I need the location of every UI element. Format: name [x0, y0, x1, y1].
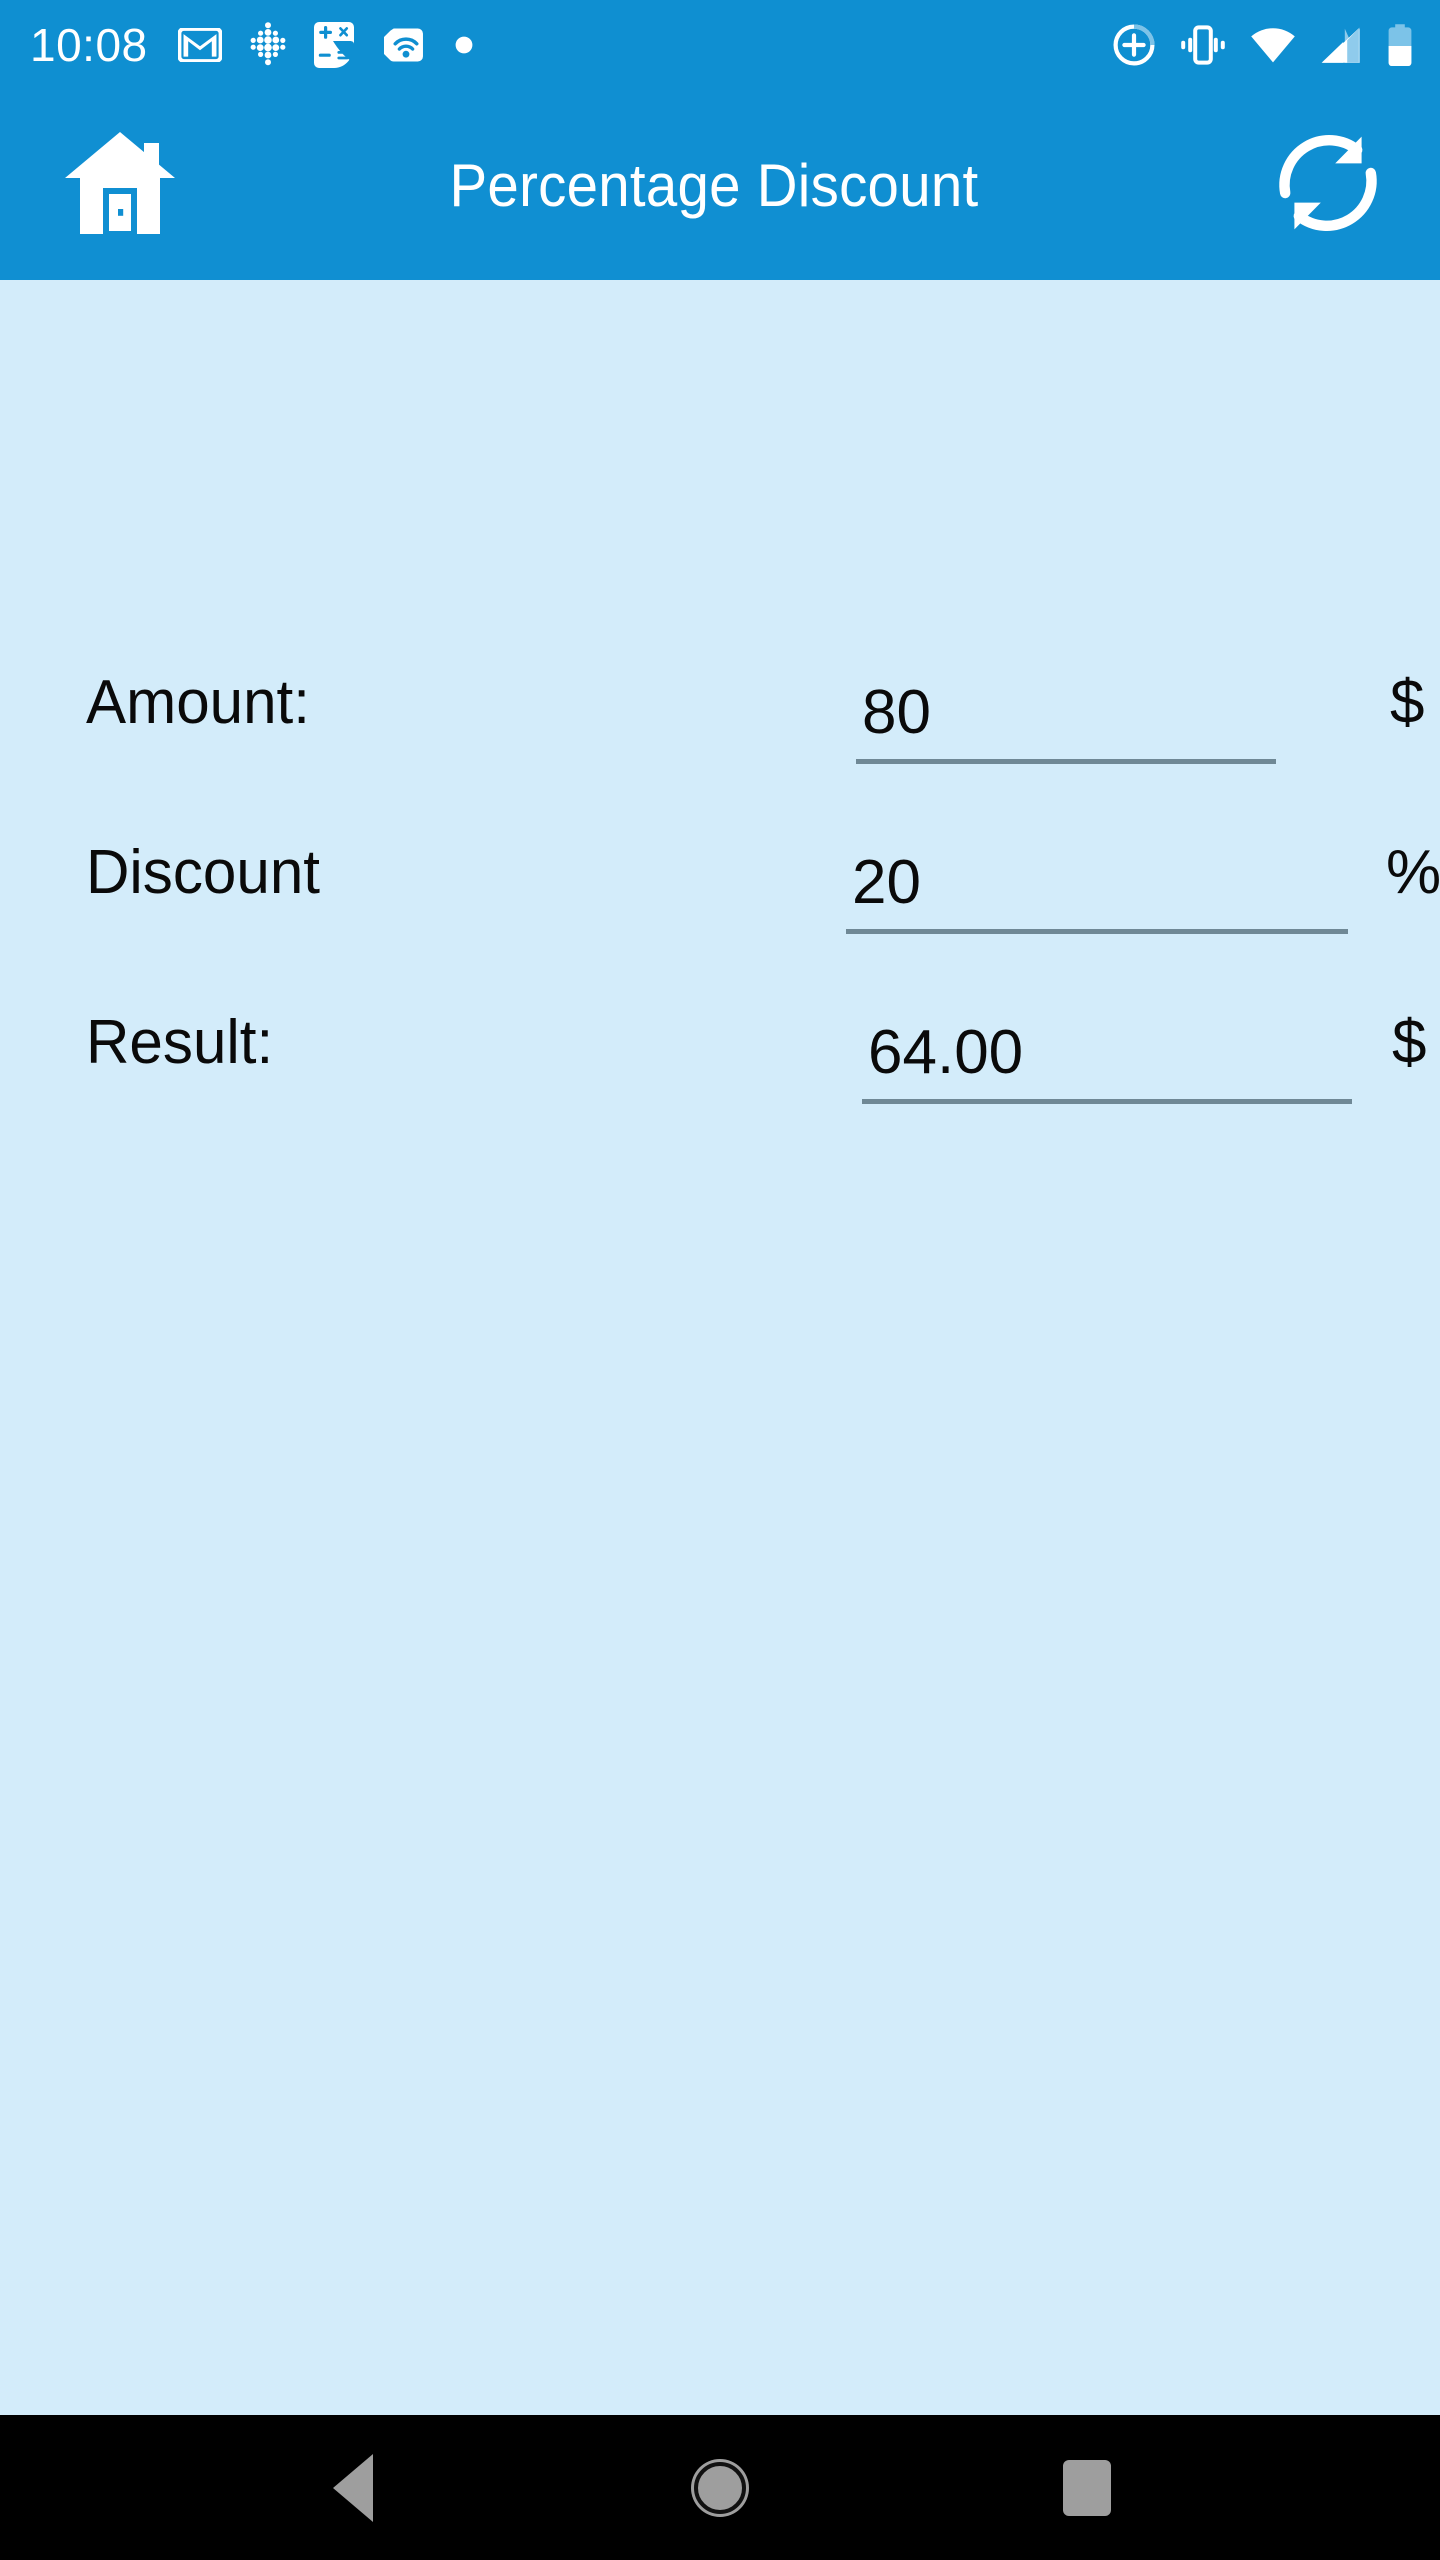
home-icon: [59, 128, 181, 243]
refresh-button[interactable]: [1264, 121, 1392, 249]
result-input[interactable]: [862, 1010, 1352, 1104]
result-unit: $: [1392, 1008, 1427, 1077]
amount-input-wrapper: [856, 670, 1276, 782]
home-button[interactable]: [56, 121, 184, 249]
battery-icon: [1386, 23, 1414, 67]
refresh-icon: [1272, 127, 1384, 244]
status-bar: 10:08: [0, 0, 1440, 90]
amount-unit: $: [1390, 668, 1425, 737]
nav-back-button[interactable]: [293, 2428, 413, 2548]
discount-input-wrapper: [846, 840, 1348, 952]
status-bar-clock: 10:08: [30, 19, 148, 71]
result-row: Result: $: [0, 1010, 1440, 1160]
calculator-icon: [313, 22, 358, 68]
fitbit-dots-icon: [248, 22, 288, 68]
content-area: Amount: $ Discount % Result: $: [0, 280, 1440, 2415]
amount-row: Amount: $: [0, 670, 1440, 820]
system-navigation-bar: [0, 2415, 1440, 2560]
status-bar-notification-icons: [177, 22, 1112, 68]
home-circle-icon: [693, 2461, 746, 2514]
add-circle-icon: [1112, 23, 1156, 67]
phone-screen: 10:08 Percentage Discount Amount: 80 $ D…: [0, 0, 1440, 2560]
page-title: Percentage Discount: [449, 151, 979, 219]
notification-dot-icon: [454, 35, 474, 55]
recents-square-icon: [1062, 2459, 1111, 2516]
back-triangle-icon: [333, 2453, 374, 2522]
nav-recents-button[interactable]: [1027, 2428, 1147, 2548]
status-bar-system-icons: [1112, 23, 1414, 67]
discount-row: Discount %: [0, 840, 1440, 990]
app-bar: Percentage Discount: [0, 90, 1440, 280]
amount-input[interactable]: [856, 670, 1276, 764]
nfc-tag-icon: [383, 23, 428, 67]
discount-input[interactable]: [846, 840, 1348, 934]
gmail-icon: [177, 28, 222, 62]
result-input-wrapper: [862, 1010, 1352, 1122]
vibrate-icon: [1180, 25, 1226, 65]
result-label: Result:: [86, 1008, 274, 1077]
discount-label: Discount: [86, 838, 320, 907]
cellular-signal-icon: [1320, 26, 1362, 64]
amount-label: Amount:: [86, 668, 310, 737]
nav-home-button[interactable]: [660, 2428, 780, 2548]
wifi-icon: [1250, 26, 1296, 64]
discount-unit: %: [1386, 838, 1440, 907]
